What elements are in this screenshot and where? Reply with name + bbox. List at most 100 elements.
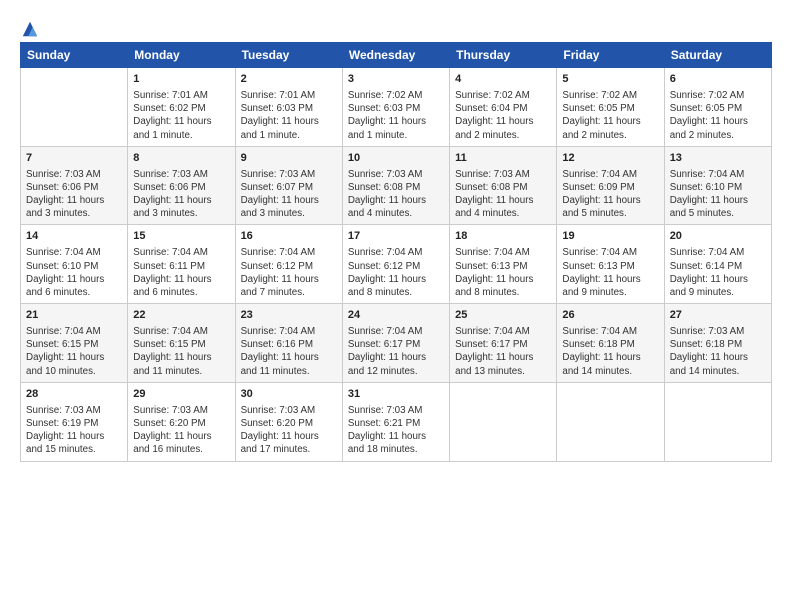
col-header-sunday: Sunday bbox=[21, 43, 128, 68]
day-info: Sunrise: 7:04 AM Sunset: 6:10 PM Dayligh… bbox=[670, 168, 766, 221]
calendar-cell bbox=[21, 68, 128, 147]
day-number: 26 bbox=[562, 308, 658, 323]
day-info: Sunrise: 7:03 AM Sunset: 6:18 PM Dayligh… bbox=[670, 325, 766, 378]
day-info: Sunrise: 7:04 AM Sunset: 6:18 PM Dayligh… bbox=[562, 325, 658, 378]
day-number: 3 bbox=[348, 72, 444, 87]
day-number: 6 bbox=[670, 72, 766, 87]
day-number: 4 bbox=[455, 72, 551, 87]
day-info: Sunrise: 7:04 AM Sunset: 6:12 PM Dayligh… bbox=[241, 246, 337, 299]
day-number: 25 bbox=[455, 308, 551, 323]
day-number: 20 bbox=[670, 229, 766, 244]
col-header-monday: Monday bbox=[128, 43, 235, 68]
day-info: Sunrise: 7:03 AM Sunset: 6:08 PM Dayligh… bbox=[455, 168, 551, 221]
day-info: Sunrise: 7:04 AM Sunset: 6:11 PM Dayligh… bbox=[133, 246, 229, 299]
calendar-cell bbox=[557, 382, 664, 461]
day-info: Sunrise: 7:02 AM Sunset: 6:04 PM Dayligh… bbox=[455, 89, 551, 142]
day-info: Sunrise: 7:03 AM Sunset: 6:20 PM Dayligh… bbox=[133, 404, 229, 457]
calendar-cell: 19 Sunrise: 7:04 AM Sunset: 6:13 PM Dayli… bbox=[557, 225, 664, 304]
day-number: 29 bbox=[133, 387, 229, 402]
col-header-wednesday: Wednesday bbox=[342, 43, 449, 68]
day-info: Sunrise: 7:03 AM Sunset: 6:06 PM Dayligh… bbox=[133, 168, 229, 221]
day-info: Sunrise: 7:04 AM Sunset: 6:13 PM Dayligh… bbox=[562, 246, 658, 299]
calendar-cell: 9 Sunrise: 7:03 AM Sunset: 6:07 PM Daylig… bbox=[235, 146, 342, 225]
day-info: Sunrise: 7:03 AM Sunset: 6:06 PM Dayligh… bbox=[26, 168, 122, 221]
col-header-saturday: Saturday bbox=[664, 43, 771, 68]
day-info: Sunrise: 7:04 AM Sunset: 6:17 PM Dayligh… bbox=[348, 325, 444, 378]
day-info: Sunrise: 7:02 AM Sunset: 6:05 PM Dayligh… bbox=[670, 89, 766, 142]
calendar-cell: 3 Sunrise: 7:02 AM Sunset: 6:03 PM Daylig… bbox=[342, 68, 449, 147]
calendar-header: SundayMondayTuesdayWednesdayThursdayFrid… bbox=[21, 43, 772, 68]
day-number: 1 bbox=[133, 72, 229, 87]
day-number: 9 bbox=[241, 151, 337, 166]
day-info: Sunrise: 7:02 AM Sunset: 6:03 PM Dayligh… bbox=[348, 89, 444, 142]
logo-icon bbox=[21, 20, 39, 38]
day-number: 22 bbox=[133, 308, 229, 323]
calendar-body: 1 Sunrise: 7:01 AM Sunset: 6:02 PM Daylig… bbox=[21, 68, 772, 462]
calendar-cell: 10 Sunrise: 7:03 AM Sunset: 6:08 PM Dayli… bbox=[342, 146, 449, 225]
calendar-cell: 20 Sunrise: 7:04 AM Sunset: 6:14 PM Dayli… bbox=[664, 225, 771, 304]
calendar-cell: 22 Sunrise: 7:04 AM Sunset: 6:15 PM Dayli… bbox=[128, 304, 235, 383]
day-number: 12 bbox=[562, 151, 658, 166]
calendar-cell: 28 Sunrise: 7:03 AM Sunset: 6:19 PM Dayli… bbox=[21, 382, 128, 461]
day-info: Sunrise: 7:01 AM Sunset: 6:03 PM Dayligh… bbox=[241, 89, 337, 142]
day-number: 21 bbox=[26, 308, 122, 323]
day-info: Sunrise: 7:03 AM Sunset: 6:21 PM Dayligh… bbox=[348, 404, 444, 457]
col-header-thursday: Thursday bbox=[450, 43, 557, 68]
week-row-0: 1 Sunrise: 7:01 AM Sunset: 6:02 PM Daylig… bbox=[21, 68, 772, 147]
day-info: Sunrise: 7:04 AM Sunset: 6:15 PM Dayligh… bbox=[26, 325, 122, 378]
day-info: Sunrise: 7:04 AM Sunset: 6:17 PM Dayligh… bbox=[455, 325, 551, 378]
calendar-cell: 31Sunrise: 7:03 AM Sunset: 6:21 PM Dayli… bbox=[342, 382, 449, 461]
day-number: 13 bbox=[670, 151, 766, 166]
calendar-cell: 14 Sunrise: 7:04 AM Sunset: 6:10 PM Dayli… bbox=[21, 225, 128, 304]
header-row: SundayMondayTuesdayWednesdayThursdayFrid… bbox=[21, 43, 772, 68]
calendar-cell: 13 Sunrise: 7:04 AM Sunset: 6:10 PM Dayli… bbox=[664, 146, 771, 225]
day-number: 16 bbox=[241, 229, 337, 244]
logo bbox=[20, 20, 39, 34]
day-info: Sunrise: 7:04 AM Sunset: 6:13 PM Dayligh… bbox=[455, 246, 551, 299]
day-number: 23 bbox=[241, 308, 337, 323]
calendar-cell bbox=[664, 382, 771, 461]
day-info: Sunrise: 7:03 AM Sunset: 6:20 PM Dayligh… bbox=[241, 404, 337, 457]
day-number: 2 bbox=[241, 72, 337, 87]
day-number: 10 bbox=[348, 151, 444, 166]
calendar-cell: 4 Sunrise: 7:02 AM Sunset: 6:04 PM Daylig… bbox=[450, 68, 557, 147]
day-number: 28 bbox=[26, 387, 122, 402]
calendar-cell: 27Sunrise: 7:03 AM Sunset: 6:18 PM Dayli… bbox=[664, 304, 771, 383]
calendar-cell: 12 Sunrise: 7:04 AM Sunset: 6:09 PM Dayli… bbox=[557, 146, 664, 225]
day-info: Sunrise: 7:01 AM Sunset: 6:02 PM Dayligh… bbox=[133, 89, 229, 142]
day-number: 7 bbox=[26, 151, 122, 166]
header bbox=[20, 20, 772, 34]
calendar-cell: 29 Sunrise: 7:03 AM Sunset: 6:20 PM Dayli… bbox=[128, 382, 235, 461]
calendar-cell: 2 Sunrise: 7:01 AM Sunset: 6:03 PM Daylig… bbox=[235, 68, 342, 147]
day-info: Sunrise: 7:02 AM Sunset: 6:05 PM Dayligh… bbox=[562, 89, 658, 142]
day-info: Sunrise: 7:04 AM Sunset: 6:15 PM Dayligh… bbox=[133, 325, 229, 378]
calendar-cell: 11Sunrise: 7:03 AM Sunset: 6:08 PM Dayli… bbox=[450, 146, 557, 225]
calendar-cell: 26 Sunrise: 7:04 AM Sunset: 6:18 PM Dayli… bbox=[557, 304, 664, 383]
calendar-cell: 18 Sunrise: 7:04 AM Sunset: 6:13 PM Dayli… bbox=[450, 225, 557, 304]
calendar-cell: 16 Sunrise: 7:04 AM Sunset: 6:12 PM Dayli… bbox=[235, 225, 342, 304]
calendar-cell: 25 Sunrise: 7:04 AM Sunset: 6:17 PM Dayli… bbox=[450, 304, 557, 383]
day-number: 19 bbox=[562, 229, 658, 244]
day-number: 18 bbox=[455, 229, 551, 244]
day-info: Sunrise: 7:03 AM Sunset: 6:08 PM Dayligh… bbox=[348, 168, 444, 221]
calendar-cell: 15Sunrise: 7:04 AM Sunset: 6:11 PM Dayli… bbox=[128, 225, 235, 304]
day-info: Sunrise: 7:03 AM Sunset: 6:07 PM Dayligh… bbox=[241, 168, 337, 221]
calendar-cell bbox=[450, 382, 557, 461]
day-info: Sunrise: 7:03 AM Sunset: 6:19 PM Dayligh… bbox=[26, 404, 122, 457]
day-info: Sunrise: 7:04 AM Sunset: 6:14 PM Dayligh… bbox=[670, 246, 766, 299]
week-row-1: 7 Sunrise: 7:03 AM Sunset: 6:06 PM Daylig… bbox=[21, 146, 772, 225]
day-number: 17 bbox=[348, 229, 444, 244]
calendar-cell: 6 Sunrise: 7:02 AM Sunset: 6:05 PM Daylig… bbox=[664, 68, 771, 147]
calendar-table: SundayMondayTuesdayWednesdayThursdayFrid… bbox=[20, 42, 772, 462]
calendar-cell: 7 Sunrise: 7:03 AM Sunset: 6:06 PM Daylig… bbox=[21, 146, 128, 225]
col-header-friday: Friday bbox=[557, 43, 664, 68]
day-info: Sunrise: 7:04 AM Sunset: 6:09 PM Dayligh… bbox=[562, 168, 658, 221]
calendar-cell: 30Sunrise: 7:03 AM Sunset: 6:20 PM Dayli… bbox=[235, 382, 342, 461]
calendar-cell: 17Sunrise: 7:04 AM Sunset: 6:12 PM Dayli… bbox=[342, 225, 449, 304]
day-number: 14 bbox=[26, 229, 122, 244]
calendar-cell: 5Sunrise: 7:02 AM Sunset: 6:05 PM Daylig… bbox=[557, 68, 664, 147]
day-info: Sunrise: 7:04 AM Sunset: 6:16 PM Dayligh… bbox=[241, 325, 337, 378]
day-number: 24 bbox=[348, 308, 444, 323]
day-info: Sunrise: 7:04 AM Sunset: 6:10 PM Dayligh… bbox=[26, 246, 122, 299]
col-header-tuesday: Tuesday bbox=[235, 43, 342, 68]
